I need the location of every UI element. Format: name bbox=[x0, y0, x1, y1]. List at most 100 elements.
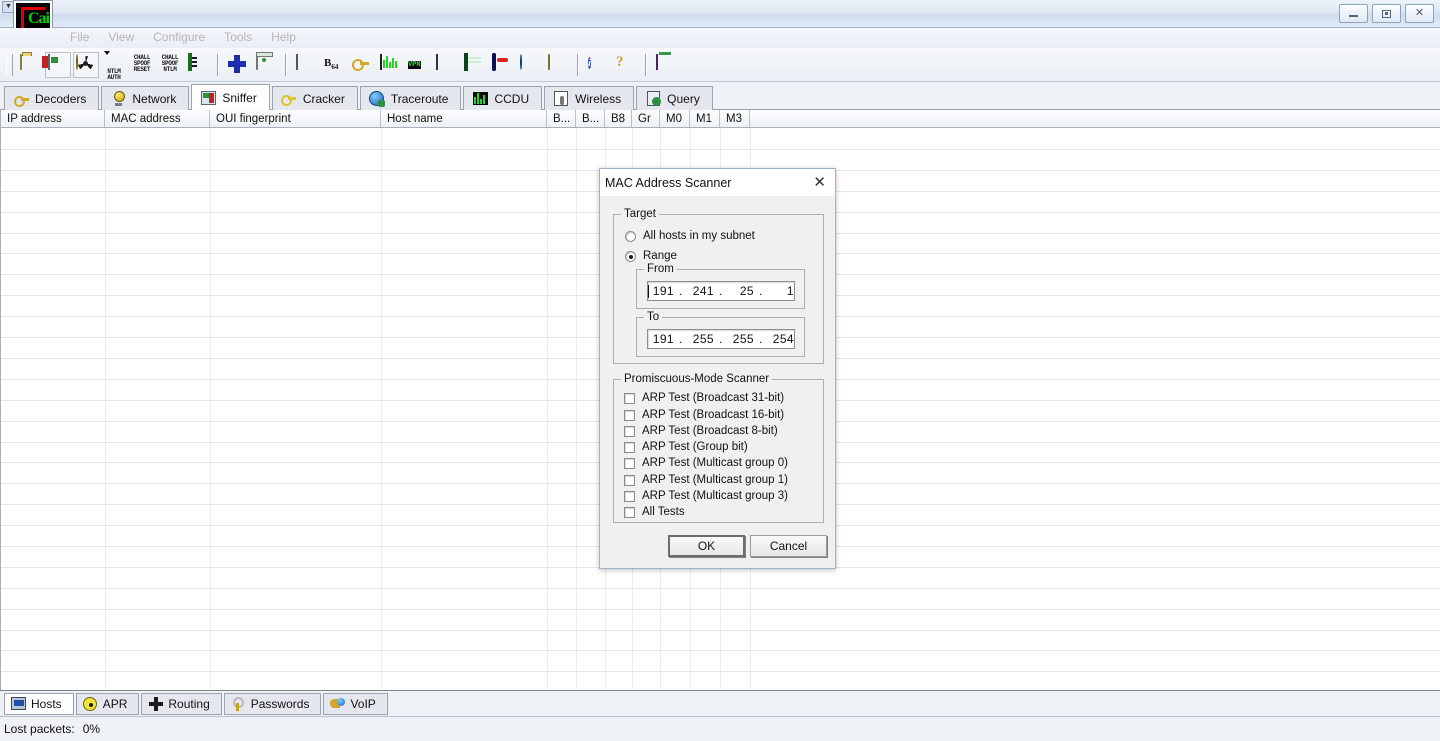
checkbox-row-arp-broadcast-16bit[interactable]: ARP Test (Broadcast 16-bit) bbox=[624, 409, 784, 421]
chall-spoof-reset-button[interactable]: CHALL SPOOF RESET bbox=[129, 52, 155, 78]
checkbox-row-arp-multicast-group-0[interactable]: ARP Test (Multicast group 0) bbox=[624, 457, 788, 469]
menu-view[interactable]: View bbox=[100, 28, 142, 47]
column-header-gr[interactable]: Gr bbox=[632, 110, 660, 127]
checkbox-row-arp-multicast-group-1[interactable]: ARP Test (Multicast group 1) bbox=[624, 474, 788, 486]
start-stop-apr-button[interactable] bbox=[73, 51, 99, 78]
about-button[interactable]: i bbox=[585, 52, 611, 78]
checkbox-arp-multicast-group-1[interactable] bbox=[624, 474, 635, 486]
column-header-b8[interactable]: B8 bbox=[605, 110, 632, 127]
monitor-download-button[interactable] bbox=[185, 52, 211, 78]
voip-sniffer-button[interactable] bbox=[489, 52, 515, 78]
bottom-tab-apr[interactable]: APR bbox=[75, 692, 140, 715]
column-header-host-name[interactable]: Host name bbox=[381, 110, 547, 127]
column-header-m1[interactable]: M1 bbox=[690, 110, 720, 127]
network-enumerator-button[interactable] bbox=[517, 52, 543, 78]
toolbar-grip[interactable] bbox=[6, 53, 13, 76]
open-file-button[interactable] bbox=[17, 52, 43, 78]
base64-decoder-button[interactable]: B64 bbox=[321, 52, 347, 78]
checkbox-arp-broadcast-31bit[interactable] bbox=[624, 392, 635, 404]
checkbox-row-arp-multicast-group-3[interactable]: ARP Test (Multicast group 3) bbox=[624, 490, 788, 502]
radio-range-row[interactable]: Range bbox=[625, 250, 677, 262]
to-octet-1[interactable]: 191 bbox=[648, 332, 674, 346]
checkbox-all-tests[interactable] bbox=[624, 506, 635, 518]
grid-column-line bbox=[210, 128, 211, 689]
maximize-button[interactable] bbox=[1372, 4, 1401, 23]
grid-column-line bbox=[576, 128, 577, 689]
menu-file[interactable]: File bbox=[62, 28, 97, 47]
from-octet-4[interactable]: 1 bbox=[768, 284, 794, 298]
ntlm-auth-button[interactable]: NTLM AUTH bbox=[101, 50, 127, 80]
column-header-ip-address[interactable]: IP address bbox=[1, 110, 105, 127]
from-ip-input[interactable]: 191. 241. 25. 1 bbox=[647, 281, 795, 301]
close-x-icon[interactable]: ✕ bbox=[810, 175, 829, 190]
to-octet-2[interactable]: 255 bbox=[688, 332, 714, 346]
ok-button[interactable]: OK bbox=[668, 535, 745, 557]
access-db-password-button[interactable] bbox=[349, 52, 375, 78]
lost-packets-label: Lost packets: bbox=[4, 722, 75, 736]
remove-from-list-button[interactable] bbox=[253, 52, 279, 78]
menu-help[interactable]: Help bbox=[263, 28, 304, 47]
vpn-decoder-button[interactable]: VPN bbox=[405, 52, 431, 78]
radio-range[interactable] bbox=[625, 250, 636, 262]
menu-tools[interactable]: Tools bbox=[216, 28, 260, 47]
add-to-list-button[interactable] bbox=[225, 52, 251, 78]
cisco-config-decoder-button[interactable] bbox=[377, 52, 403, 78]
bottom-tab-hosts[interactable]: Hosts bbox=[4, 692, 74, 715]
resolve-host-button[interactable] bbox=[293, 52, 319, 78]
to-octet-4[interactable]: 254 bbox=[768, 332, 794, 346]
from-octet-3[interactable]: 25 bbox=[728, 284, 754, 298]
close-button[interactable]: ✕ bbox=[1405, 4, 1434, 23]
radio-all-hosts-row[interactable]: All hosts in my subnet bbox=[625, 230, 755, 242]
column-header-b16[interactable]: B... bbox=[576, 110, 605, 127]
bottom-tab-strip: Hosts APR Routing Passwords VoIP bbox=[0, 690, 1440, 716]
from-octet-2[interactable]: 241 bbox=[688, 284, 714, 298]
tab-query[interactable]: Query bbox=[636, 86, 713, 110]
tab-cracker[interactable]: Cracker bbox=[271, 86, 358, 110]
start-stop-sniffer-button[interactable] bbox=[45, 51, 71, 78]
main-tab-strip: Decoders Network Sniffer Cracker Tracero… bbox=[0, 82, 1440, 110]
grid-column-line bbox=[547, 128, 548, 689]
checkbox-arp-group-bit[interactable] bbox=[624, 441, 635, 453]
chall-spoof-ntlm-button[interactable]: CHALL SPOOF NTLM bbox=[157, 52, 183, 78]
checkbox-row-arp-broadcast-31bit[interactable]: ARP Test (Broadcast 31-bit) bbox=[624, 392, 784, 404]
four-arrows-icon bbox=[148, 696, 163, 711]
tab-sniffer[interactable]: Sniffer bbox=[191, 84, 270, 110]
to-ip-input[interactable]: 191. 255. 255. 254 bbox=[647, 329, 795, 349]
minimize-button[interactable] bbox=[1339, 4, 1368, 23]
tab-network[interactable]: Network bbox=[101, 86, 190, 110]
checkbox-row-all-tests[interactable]: All Tests bbox=[624, 506, 685, 518]
radio-all-hosts-in-my-subnet[interactable] bbox=[625, 230, 636, 242]
bottom-tab-passwords[interactable]: Passwords bbox=[223, 692, 322, 715]
syskey-decoder-button[interactable] bbox=[545, 52, 571, 78]
hash-calculator-button[interactable] bbox=[461, 52, 487, 78]
tab-decoders[interactable]: Decoders bbox=[4, 86, 100, 110]
from-octet-1[interactable]: 191 bbox=[648, 284, 674, 298]
cancel-button[interactable]: Cancel bbox=[750, 535, 827, 557]
checkbox-row-arp-broadcast-8bit[interactable]: ARP Test (Broadcast 8-bit) bbox=[624, 425, 778, 437]
exit-button[interactable] bbox=[653, 52, 679, 78]
checkbox-row-arp-group-bit[interactable]: ARP Test (Group bit) bbox=[624, 441, 748, 453]
bottom-tab-routing[interactable]: Routing bbox=[141, 692, 222, 715]
dialog-title-bar[interactable]: MAC Address Scanner ✕ bbox=[600, 169, 835, 197]
tab-ccdu[interactable]: CCDU bbox=[463, 86, 543, 110]
help-button[interactable]: ? bbox=[613, 52, 639, 78]
tab-wireless[interactable]: Wireless bbox=[544, 86, 635, 110]
checkbox-arp-broadcast-16bit[interactable] bbox=[624, 409, 635, 421]
column-header-mac-address[interactable]: MAC address bbox=[105, 110, 210, 127]
checkbox-label: ARP Test (Broadcast 8-bit) bbox=[642, 425, 778, 437]
to-octet-3[interactable]: 255 bbox=[728, 332, 754, 346]
column-header-oui-fingerprint[interactable]: OUI fingerprint bbox=[210, 110, 381, 127]
query-document-icon bbox=[645, 91, 661, 107]
checkbox-arp-multicast-group-3[interactable] bbox=[624, 490, 635, 502]
bottom-tab-label: APR bbox=[102, 696, 128, 711]
rsa-secureid-button[interactable] bbox=[433, 52, 459, 78]
column-header-b31[interactable]: B... bbox=[547, 110, 576, 127]
checkbox-label: ARP Test (Broadcast 31-bit) bbox=[642, 392, 785, 404]
checkbox-arp-broadcast-8bit[interactable] bbox=[624, 425, 635, 437]
column-header-m3[interactable]: M3 bbox=[720, 110, 750, 127]
column-header-m0[interactable]: M0 bbox=[660, 110, 690, 127]
tab-traceroute[interactable]: Traceroute bbox=[359, 86, 462, 110]
bottom-tab-voip[interactable]: VoIP bbox=[323, 692, 388, 715]
menu-configure[interactable]: Configure bbox=[145, 28, 213, 47]
checkbox-arp-multicast-group-0[interactable] bbox=[624, 457, 635, 469]
